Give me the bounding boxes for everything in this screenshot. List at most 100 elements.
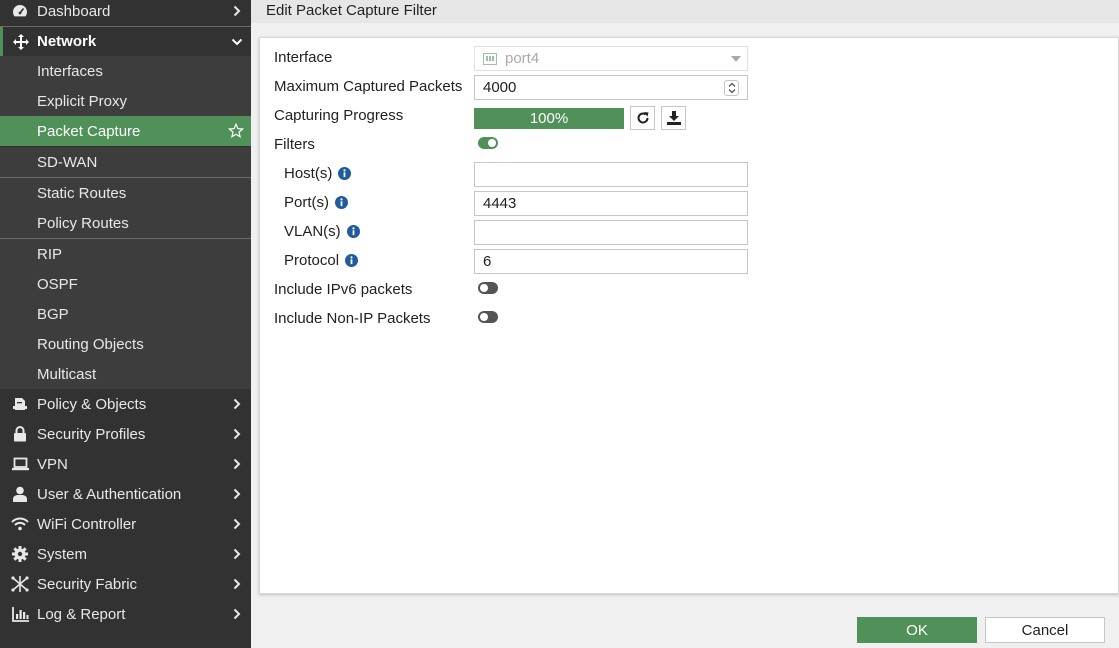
protocol-label: Protocol xyxy=(284,252,359,269)
sidebar-item-log-report[interactable]: Log & Report xyxy=(0,599,251,629)
vlans-label: VLAN(s) xyxy=(284,223,360,240)
sidebar-item-bgp[interactable]: BGP xyxy=(0,299,251,329)
chevron-right-icon xyxy=(231,4,243,18)
chevron-right-icon xyxy=(231,577,243,591)
filters-label: Filters xyxy=(274,136,315,153)
chevron-right-icon xyxy=(231,517,243,531)
chevron-right-icon xyxy=(231,607,243,621)
sidebar-item-label: Multicast xyxy=(37,365,97,383)
ports-label-text: Port(s) xyxy=(284,194,329,211)
hosts-label-text: Host(s) xyxy=(284,165,333,182)
cancel-button[interactable]: Cancel xyxy=(985,617,1105,643)
vlans-label-text: VLAN(s) xyxy=(284,223,341,240)
sidebar-item-label: Security Fabric xyxy=(37,575,138,593)
sidebar-item-label: VPN xyxy=(37,455,68,473)
sidebar-item-rip[interactable]: RIP xyxy=(0,239,251,269)
chevron-right-icon xyxy=(231,427,243,441)
interface-select[interactable]: port4 xyxy=(474,46,748,71)
lock-icon xyxy=(11,425,29,443)
nonip-toggle[interactable] xyxy=(478,311,498,323)
sidebar-item-label: SD-WAN xyxy=(37,153,98,171)
sidebar-item-sd-wan[interactable]: SD-WAN xyxy=(0,147,251,177)
sidebar-item-explicit-proxy[interactable]: Explicit Proxy xyxy=(0,86,251,116)
sidebar-item-label: System xyxy=(37,545,88,563)
page-header: Edit Packet Capture Filter xyxy=(251,0,1119,23)
chevron-right-icon xyxy=(231,487,243,501)
chart-icon xyxy=(11,605,29,623)
sidebar-item-label: Packet Capture xyxy=(37,122,141,140)
sidebar-item-security-profiles[interactable]: Security Profiles xyxy=(0,419,251,449)
laptop-icon xyxy=(11,455,29,473)
refresh-icon xyxy=(636,111,650,125)
interface-value: port4 xyxy=(505,50,540,67)
chevron-right-icon xyxy=(231,457,243,471)
sidebar-item-wifi-controller[interactable]: WiFi Controller xyxy=(0,509,251,539)
fabric-icon xyxy=(11,575,29,593)
sidebar-item-dashboard[interactable]: Dashboard xyxy=(0,0,251,26)
ok-button[interactable]: OK xyxy=(857,617,977,643)
user-icon xyxy=(11,485,29,503)
ipv6-toggle[interactable] xyxy=(478,282,498,294)
info-icon[interactable] xyxy=(345,254,359,267)
sidebar-item-label: RIP xyxy=(37,245,63,263)
progress-label: Capturing Progress xyxy=(274,107,404,124)
sidebar-item-user-authentication[interactable]: User & Authentication xyxy=(0,479,251,509)
chevron-down-icon xyxy=(731,56,741,62)
vlans-input[interactable] xyxy=(474,220,748,245)
sidebar-item-system[interactable]: System xyxy=(0,539,251,569)
sidebar-item-routing-objects[interactable]: Routing Objects xyxy=(0,329,251,359)
sidebar-item-network[interactable]: Network xyxy=(0,27,251,56)
sidebar-item-label: Network xyxy=(37,33,97,50)
info-icon[interactable] xyxy=(346,225,360,238)
sidebar-item-security-fabric[interactable]: Security Fabric xyxy=(0,569,251,599)
chevron-right-icon xyxy=(231,547,243,561)
star-icon[interactable] xyxy=(227,122,245,140)
max-packets-stepper[interactable]: 4000 xyxy=(474,75,748,100)
chevron-right-icon xyxy=(231,397,243,411)
sidebar-item-label: BGP xyxy=(37,305,69,323)
ipv6-label: Include IPv6 packets xyxy=(274,281,413,298)
sidebar-item-label: Static Routes xyxy=(37,184,127,202)
sidebar-item-label: Security Profiles xyxy=(37,425,146,443)
page-title: Edit Packet Capture Filter xyxy=(266,2,437,19)
sidebar-item-packet-capture[interactable]: Packet Capture xyxy=(0,116,251,146)
refresh-button[interactable] xyxy=(630,106,655,130)
sidebar-item-label: WiFi Controller xyxy=(37,515,137,533)
max-packets-label: Maximum Captured Packets xyxy=(274,78,463,95)
sidebar-item-static-routes[interactable]: Static Routes xyxy=(0,178,251,208)
sidebar-item-label: User & Authentication xyxy=(37,485,182,503)
ports-input[interactable]: 4443 xyxy=(474,191,748,216)
stepper-arrows-icon[interactable] xyxy=(724,80,739,96)
download-icon xyxy=(666,111,681,125)
sidebar-item-ospf[interactable]: OSPF xyxy=(0,269,251,299)
info-icon[interactable] xyxy=(338,167,352,180)
filters-toggle[interactable] xyxy=(478,137,498,149)
sidebar-item-policy-objects[interactable]: Policy & Objects xyxy=(0,389,251,419)
hosts-label: Host(s) xyxy=(284,165,352,182)
ports-value: 4443 xyxy=(483,195,517,212)
capture-progress-bar: 100% xyxy=(474,108,624,129)
download-button[interactable] xyxy=(661,106,686,130)
gear-icon xyxy=(11,545,29,563)
protocol-input[interactable]: 6 xyxy=(474,249,748,274)
sidebar-item-policy-routes[interactable]: Policy Routes xyxy=(0,208,251,238)
sidebar-item-label: Log & Report xyxy=(37,605,126,623)
info-icon[interactable] xyxy=(335,196,348,209)
sidebar-item-label: Explicit Proxy xyxy=(37,92,128,110)
sidebar-item-label: OSPF xyxy=(37,275,78,293)
sidebar: Dashboard Network Interfaces Explicit Pr… xyxy=(0,0,251,648)
policy-icon xyxy=(11,395,29,413)
interface-port-icon xyxy=(483,52,497,65)
sidebar-item-label: Routing Objects xyxy=(37,335,144,353)
sidebar-item-vpn[interactable]: VPN xyxy=(0,449,251,479)
ports-label: Port(s) xyxy=(284,194,348,211)
sidebar-item-label: Policy Routes xyxy=(37,214,129,232)
hosts-input[interactable] xyxy=(474,162,748,187)
dashboard-icon xyxy=(11,2,29,20)
sidebar-item-interfaces[interactable]: Interfaces xyxy=(0,56,251,86)
protocol-value: 6 xyxy=(483,253,492,270)
progress-text: 100% xyxy=(529,110,569,127)
nonip-label: Include Non-IP Packets xyxy=(274,310,431,327)
sidebar-item-multicast[interactable]: Multicast xyxy=(0,359,251,389)
max-packets-value: 4000 xyxy=(483,79,517,96)
